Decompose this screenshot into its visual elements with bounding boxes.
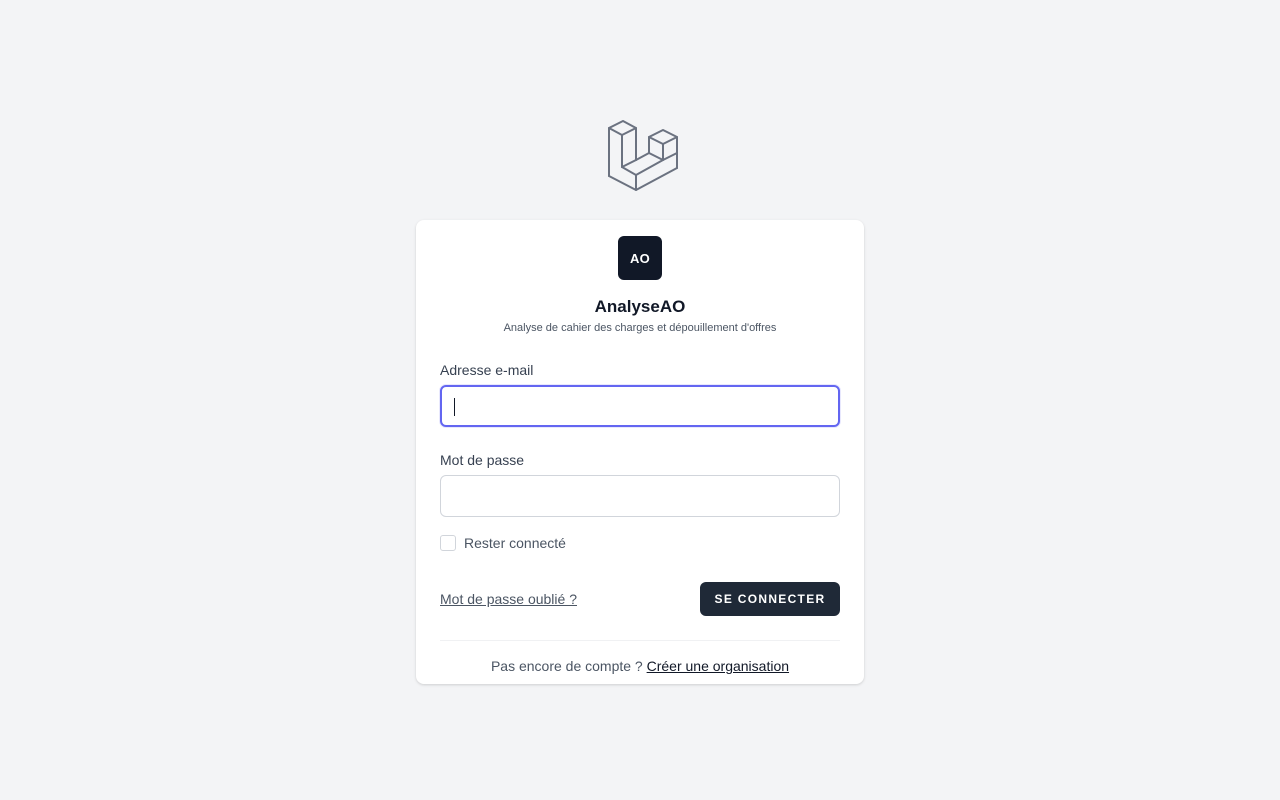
signup-row: Pas encore de compte ? Créer une organis…	[440, 658, 840, 674]
login-page: AO AnalyseAO Analyse de cahier des charg…	[0, 0, 1280, 800]
email-label: Adresse e-mail	[440, 362, 534, 378]
app-badge: AO	[618, 236, 662, 280]
remember-label[interactable]: Rester connecté	[464, 535, 566, 551]
remember-row: Rester connecté	[440, 535, 840, 551]
laravel-logo-icon	[608, 120, 678, 191]
forgot-password-link[interactable]: Mot de passe oublié ?	[440, 591, 577, 607]
remember-checkbox[interactable]	[440, 535, 456, 551]
login-card: AO AnalyseAO Analyse de cahier des charg…	[416, 220, 864, 684]
password-field[interactable]	[440, 475, 840, 517]
login-button[interactable]: Se connecter	[700, 582, 840, 616]
app-subtitle: Analyse de cahier des charges et dépouil…	[503, 322, 777, 334]
text-caret	[454, 398, 455, 416]
actions-row: Mot de passe oublié ? Se connecter	[440, 582, 840, 616]
email-field[interactable]	[440, 385, 840, 427]
signup-prompt: Pas encore de compte ?	[490, 658, 647, 674]
password-label: Mot de passe	[440, 452, 525, 468]
create-organisation-link[interactable]: Créer une organisation	[647, 658, 789, 674]
app-name: AnalyseAO	[594, 297, 686, 316]
divider	[440, 640, 840, 641]
